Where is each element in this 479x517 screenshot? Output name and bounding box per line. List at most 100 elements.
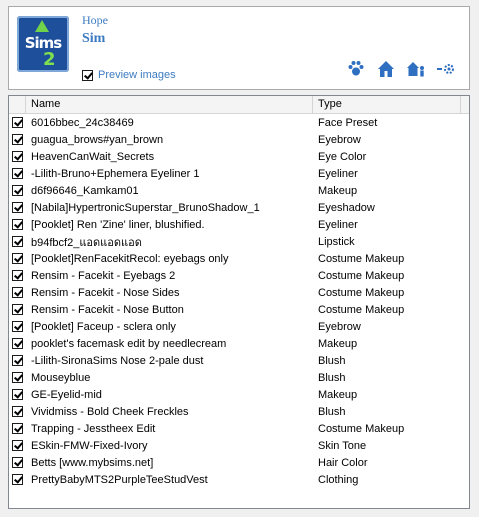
item-name: -Lilith-Bruno+Ephemera Eyeliner 1: [31, 167, 200, 180]
row-checkbox[interactable]: [12, 440, 23, 451]
row-checkbox[interactable]: [12, 321, 23, 332]
row-checkbox[interactable]: [12, 270, 23, 281]
item-type: Makeup: [318, 184, 358, 197]
list-item[interactable]: b94fbcf2_แอดแอดแอด Lipstick: [9, 233, 469, 250]
row-checkbox-cell[interactable]: [9, 219, 26, 230]
list-item[interactable]: Trapping - Jesstheex Edit Costume Makeup: [9, 420, 469, 437]
row-checkbox[interactable]: [12, 457, 23, 468]
row-checkbox[interactable]: [12, 389, 23, 400]
row-checkbox[interactable]: [12, 287, 23, 298]
preview-images-checkbox[interactable]: [82, 69, 93, 81]
list-item[interactable]: [Pooklet] Ren 'Zine' liner, blushified. E…: [9, 216, 469, 233]
column-header-check[interactable]: [9, 96, 26, 113]
row-checkbox-cell[interactable]: [9, 355, 26, 366]
row-checkbox-cell[interactable]: [9, 270, 26, 281]
item-type: Eyeliner: [318, 167, 358, 180]
row-checkbox[interactable]: [12, 202, 23, 213]
row-checkbox-cell[interactable]: [9, 117, 26, 128]
list-item[interactable]: 6016bbec_24c38469 Face Preset: [9, 114, 469, 131]
row-checkbox-cell[interactable]: [9, 151, 26, 162]
sim-last-name: Sim: [82, 31, 106, 46]
list-item[interactable]: Betts [www.mybsims.net] Hair Color: [9, 454, 469, 471]
row-checkbox[interactable]: [12, 253, 23, 264]
row-checkbox-cell[interactable]: [9, 440, 26, 451]
row-checkbox[interactable]: [12, 117, 23, 128]
row-checkbox-cell[interactable]: [9, 338, 26, 349]
item-name: GE-Eyelid-mid: [31, 388, 102, 401]
row-checkbox[interactable]: [12, 185, 23, 196]
item-type: Blush: [318, 354, 346, 367]
row-checkbox[interactable]: [12, 219, 23, 230]
row-checkbox[interactable]: [12, 134, 23, 145]
item-type: Costume Makeup: [318, 422, 405, 435]
column-header-type[interactable]: Type: [313, 96, 461, 113]
list-item[interactable]: [Pooklet] Faceup - sclera only Eyebrow: [9, 318, 469, 335]
item-type: Costume Makeup: [318, 269, 405, 282]
sim-first-name: Hope: [82, 13, 108, 27]
row-checkbox-cell[interactable]: [9, 372, 26, 383]
item-name: -Lilith-SironaSims Nose 2-pale dust: [31, 354, 204, 367]
list-item[interactable]: HeavenCanWait_Secrets Eye Color: [9, 148, 469, 165]
item-type: Costume Makeup: [318, 286, 405, 299]
list-item[interactable]: d6f96646_Kamkam01 Makeup: [9, 182, 469, 199]
row-checkbox-cell[interactable]: [9, 457, 26, 468]
row-checkbox-cell[interactable]: [9, 168, 26, 179]
relationship-icon[interactable]: [436, 59, 456, 79]
row-checkbox[interactable]: [12, 304, 23, 315]
row-checkbox[interactable]: [12, 168, 23, 179]
row-checkbox-cell[interactable]: [9, 423, 26, 434]
list-item[interactable]: Rensim - Facekit - Eyebags 2 Costume Make…: [9, 267, 469, 284]
row-checkbox[interactable]: [12, 236, 23, 247]
column-header-name[interactable]: Name: [26, 96, 313, 113]
row-checkbox-cell[interactable]: [9, 287, 26, 298]
row-checkbox-cell[interactable]: [9, 321, 26, 332]
list-item[interactable]: -Lilith-SironaSims Nose 2-pale dust Blush: [9, 352, 469, 369]
list-item[interactable]: Vividmiss - Bold Cheek Freckles Blush: [9, 403, 469, 420]
preview-images-toggle[interactable]: Preview images: [82, 69, 176, 81]
content-list[interactable]: Name Type 6016bbec_24c38469 Face Preset gu…: [8, 95, 470, 509]
item-type: Costume Makeup: [318, 252, 405, 265]
row-checkbox[interactable]: [12, 372, 23, 383]
list-item[interactable]: -Lilith-Bruno+Ephemera Eyeliner 1 Eyeline…: [9, 165, 469, 182]
list-item[interactable]: ESkin-FMW-Fixed-Ivory Skin Tone: [9, 437, 469, 454]
row-checkbox-cell[interactable]: [9, 202, 26, 213]
item-type: Hair Color: [318, 456, 368, 469]
list-item[interactable]: guagua_brows#yan_brown Eyebrow: [9, 131, 469, 148]
row-checkbox[interactable]: [12, 338, 23, 349]
list-item[interactable]: pooklet's facemask edit by needlecream Ma…: [9, 335, 469, 352]
row-checkbox-cell[interactable]: [9, 253, 26, 264]
list-item[interactable]: PrettyBabyMTS2PurpleTeeStudVest Clothing: [9, 471, 469, 488]
item-name: b94fbcf2_แอดแอดแอด: [31, 236, 142, 249]
list-item[interactable]: [Pooklet]RenFacekitRecol: eyebags only Co…: [9, 250, 469, 267]
list-item[interactable]: Rensim - Facekit - Nose Sides Costume Mak…: [9, 284, 469, 301]
item-type: Clothing: [318, 473, 359, 486]
house-icon[interactable]: [376, 59, 396, 79]
item-name: Rensim - Facekit - Nose Sides: [31, 286, 180, 299]
item-type: Face Preset: [318, 116, 378, 129]
row-checkbox[interactable]: [12, 406, 23, 417]
list-item[interactable]: [Nabila]HypertronicSuperstar_BrunoShadow…: [9, 199, 469, 216]
list-rows: 6016bbec_24c38469 Face Preset guagua_brows…: [9, 114, 469, 488]
row-checkbox-cell[interactable]: [9, 185, 26, 196]
item-type: Blush: [318, 371, 346, 384]
row-checkbox-cell[interactable]: [9, 406, 26, 417]
row-checkbox-cell[interactable]: [9, 304, 26, 315]
row-checkbox[interactable]: [12, 423, 23, 434]
item-type: Makeup: [318, 337, 358, 350]
paw-icon[interactable]: [346, 59, 366, 79]
row-checkbox[interactable]: [12, 474, 23, 485]
item-type: Skin Tone: [318, 439, 367, 452]
row-checkbox[interactable]: [12, 151, 23, 162]
row-checkbox-cell[interactable]: [9, 236, 26, 247]
row-checkbox[interactable]: [12, 355, 23, 366]
list-item[interactable]: Mouseyblue Blush: [9, 369, 469, 386]
row-checkbox-cell[interactable]: [9, 134, 26, 145]
item-name: d6f96646_Kamkam01: [31, 184, 139, 197]
family-house-icon[interactable]: [406, 59, 426, 79]
item-type: Eyebrow: [318, 133, 361, 146]
row-checkbox-cell[interactable]: [9, 474, 26, 485]
list-item[interactable]: GE-Eyelid-mid Makeup: [9, 386, 469, 403]
row-checkbox-cell[interactable]: [9, 389, 26, 400]
preview-images-label: Preview images: [98, 69, 176, 81]
list-item[interactable]: Rensim - Facekit - Nose Button Costume Ma…: [9, 301, 469, 318]
